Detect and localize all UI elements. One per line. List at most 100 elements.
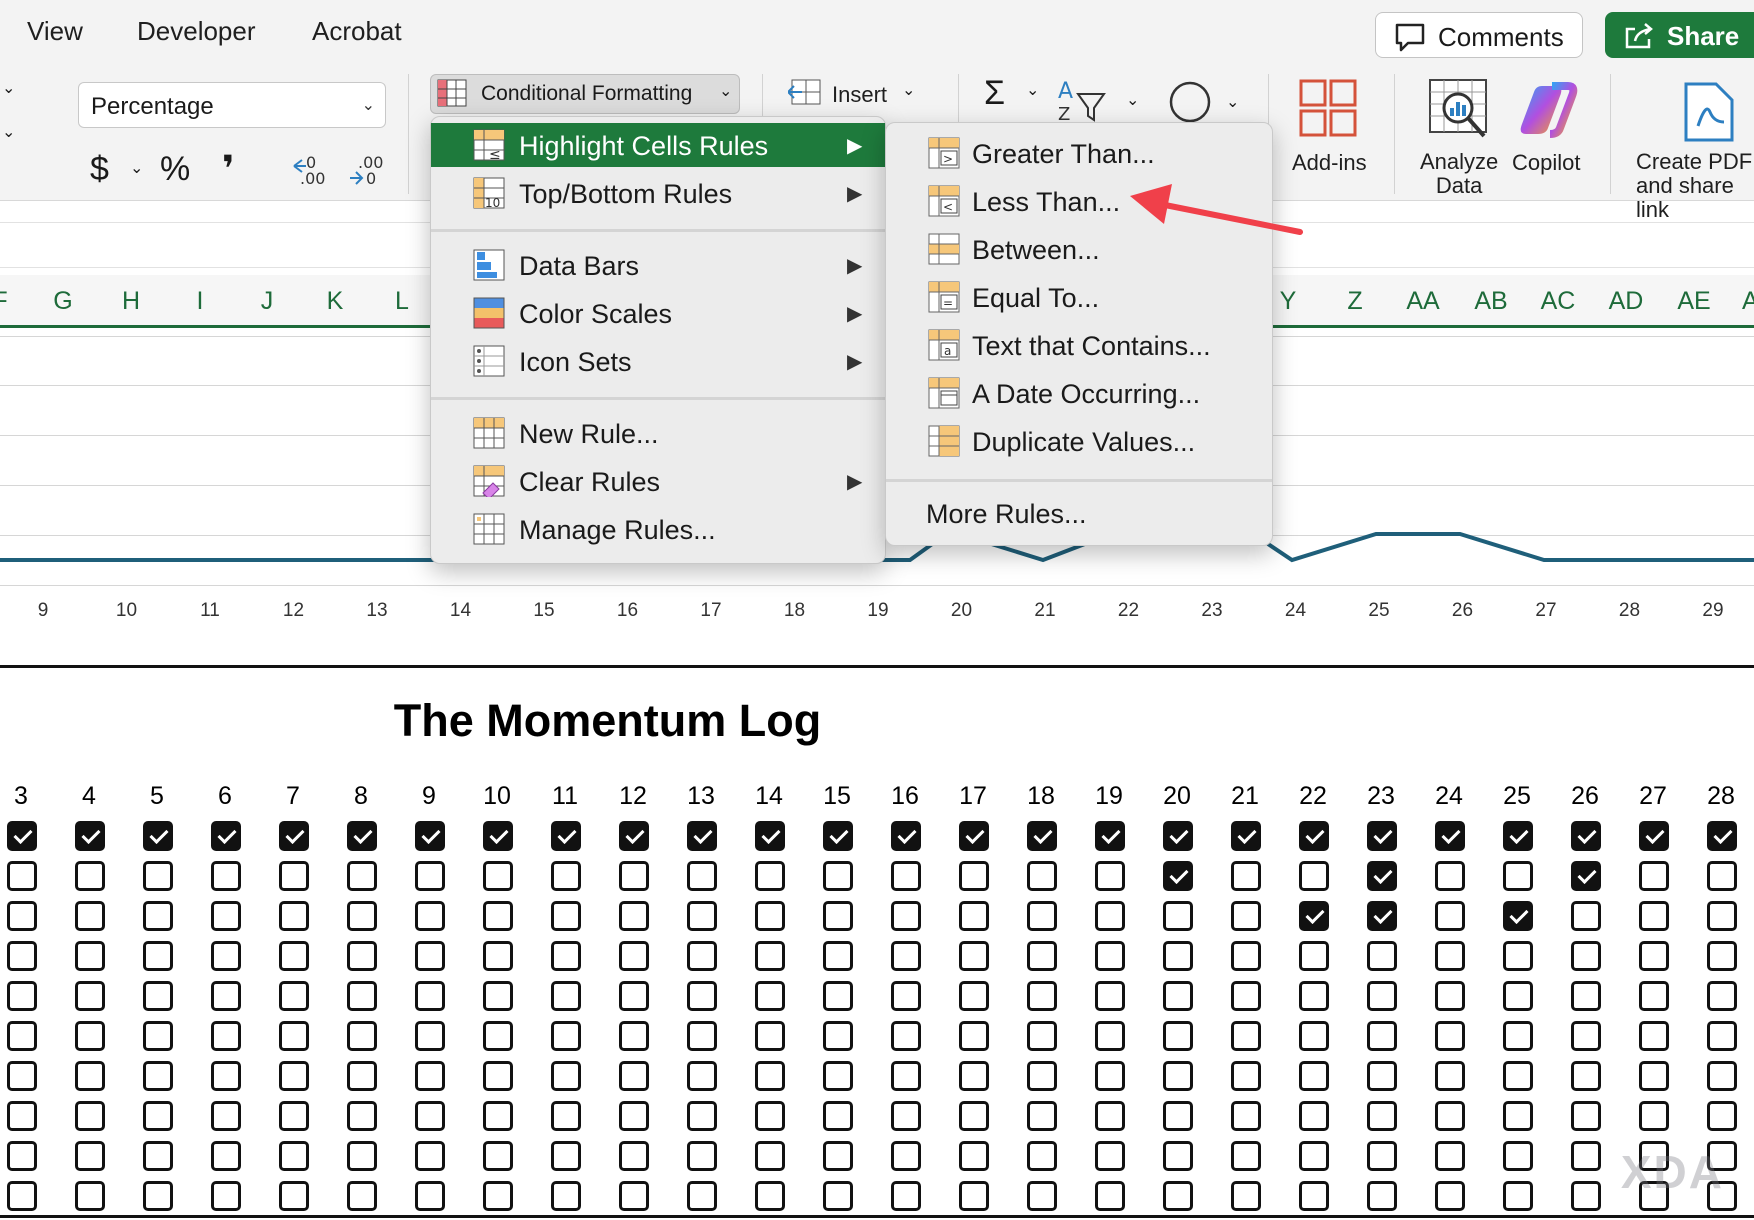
log-checkbox[interactable] — [891, 981, 921, 1011]
log-checkbox[interactable] — [755, 1021, 785, 1051]
log-checkbox[interactable] — [619, 1181, 649, 1211]
log-checkbox[interactable] — [1299, 1021, 1329, 1051]
log-checkbox[interactable] — [1163, 901, 1193, 931]
log-checkbox[interactable] — [891, 1141, 921, 1171]
log-checkbox[interactable] — [143, 1021, 173, 1051]
log-checkbox[interactable] — [279, 1061, 309, 1091]
number-format-select[interactable]: Percentage ⌄ — [78, 82, 386, 128]
log-checkbox[interactable] — [483, 821, 513, 851]
log-checkbox[interactable] — [7, 1141, 37, 1171]
log-checkbox[interactable] — [1639, 941, 1669, 971]
log-checkbox[interactable] — [1571, 981, 1601, 1011]
log-checkbox[interactable] — [1163, 1181, 1193, 1211]
comma-style-button[interactable]: ❜ — [222, 148, 234, 190]
copilot-icon[interactable] — [1516, 80, 1578, 140]
log-checkbox[interactable] — [75, 1061, 105, 1091]
log-checkbox[interactable] — [75, 1181, 105, 1211]
log-checkbox[interactable] — [143, 1181, 173, 1211]
tab-developer[interactable]: Developer — [137, 16, 256, 47]
log-checkbox[interactable] — [279, 941, 309, 971]
log-checkbox[interactable] — [1707, 861, 1737, 891]
log-checkbox[interactable] — [1367, 1101, 1397, 1131]
log-checkbox[interactable] — [211, 941, 241, 971]
log-checkbox[interactable] — [1095, 981, 1125, 1011]
create-pdf-icon[interactable] — [1680, 82, 1736, 142]
log-checkbox[interactable] — [279, 1021, 309, 1051]
log-checkbox[interactable] — [1435, 901, 1465, 931]
log-checkbox[interactable] — [1503, 941, 1533, 971]
chevron-down-icon[interactable]: ⌄ — [902, 80, 915, 100]
log-checkbox[interactable] — [755, 941, 785, 971]
add-ins-label[interactable]: Add-ins — [1292, 150, 1367, 176]
submenu-item-text-contains[interactable]: a Text that Contains... — [886, 323, 1272, 367]
log-checkbox[interactable] — [551, 941, 581, 971]
log-checkbox[interactable] — [347, 1021, 377, 1051]
log-checkbox[interactable] — [1299, 1181, 1329, 1211]
log-checkbox[interactable] — [891, 821, 921, 851]
log-checkbox[interactable] — [483, 1021, 513, 1051]
log-checkbox[interactable] — [619, 1101, 649, 1131]
log-checkbox[interactable] — [347, 1101, 377, 1131]
log-checkbox[interactable] — [347, 821, 377, 851]
column-header[interactable]: G — [33, 287, 93, 316]
log-checkbox[interactable] — [1503, 1141, 1533, 1171]
log-checkbox[interactable] — [891, 861, 921, 891]
log-checkbox[interactable] — [823, 1101, 853, 1131]
log-checkbox[interactable] — [279, 1181, 309, 1211]
log-checkbox[interactable] — [959, 1141, 989, 1171]
column-header[interactable]: J — [237, 287, 297, 316]
log-checkbox[interactable] — [1163, 1021, 1193, 1051]
log-checkbox[interactable] — [7, 941, 37, 971]
log-checkbox[interactable] — [755, 981, 785, 1011]
decrease-decimal-icon[interactable]: .00 0 — [348, 152, 384, 188]
log-checkbox[interactable] — [1503, 1061, 1533, 1091]
log-checkbox[interactable] — [483, 1061, 513, 1091]
log-checkbox[interactable] — [1163, 1061, 1193, 1091]
tab-acrobat[interactable]: Acrobat — [312, 16, 402, 47]
log-checkbox[interactable] — [1163, 861, 1193, 891]
log-checkbox[interactable] — [823, 981, 853, 1011]
add-ins-icon[interactable] — [1298, 78, 1358, 138]
log-checkbox[interactable] — [1639, 1021, 1669, 1051]
log-checkbox[interactable] — [483, 1141, 513, 1171]
log-checkbox[interactable] — [1299, 941, 1329, 971]
menu-item-highlight-cells-rules[interactable]: ≤ Highlight Cells Rules ▶ — [431, 123, 885, 167]
log-checkbox[interactable] — [7, 821, 37, 851]
log-checkbox[interactable] — [891, 1181, 921, 1211]
log-checkbox[interactable] — [1027, 1101, 1057, 1131]
log-checkbox[interactable] — [483, 1101, 513, 1131]
log-checkbox[interactable] — [483, 941, 513, 971]
log-checkbox[interactable] — [755, 1101, 785, 1131]
log-checkbox[interactable] — [687, 1021, 717, 1051]
log-checkbox[interactable] — [1571, 1021, 1601, 1051]
log-checkbox[interactable] — [755, 901, 785, 931]
log-checkbox[interactable] — [1095, 821, 1125, 851]
log-checkbox[interactable] — [1163, 941, 1193, 971]
log-checkbox[interactable] — [1231, 1181, 1261, 1211]
log-checkbox[interactable] — [891, 1061, 921, 1091]
log-checkbox[interactable] — [1503, 901, 1533, 931]
log-checkbox[interactable] — [959, 1021, 989, 1051]
submenu-item-duplicate-values[interactable]: Duplicate Values... — [886, 419, 1272, 463]
log-checkbox[interactable] — [959, 901, 989, 931]
log-checkbox[interactable] — [755, 1141, 785, 1171]
log-checkbox[interactable] — [1571, 1101, 1601, 1131]
log-checkbox[interactable] — [619, 1141, 649, 1171]
log-checkbox[interactable] — [211, 1141, 241, 1171]
create-pdf-label[interactable]: Create PDF and share link — [1636, 150, 1754, 222]
log-checkbox[interactable] — [1027, 861, 1057, 891]
copilot-label[interactable]: Copilot — [1512, 150, 1580, 176]
log-checkbox[interactable] — [347, 1061, 377, 1091]
log-checkbox[interactable] — [1435, 941, 1465, 971]
log-checkbox[interactable] — [959, 941, 989, 971]
log-checkbox[interactable] — [1367, 1061, 1397, 1091]
log-checkbox[interactable] — [551, 1141, 581, 1171]
log-checkbox[interactable] — [1231, 1021, 1261, 1051]
menu-item-new-rule[interactable]: New Rule... — [431, 411, 885, 455]
log-checkbox[interactable] — [1027, 821, 1057, 851]
log-checkbox[interactable] — [1639, 1061, 1669, 1091]
find-select-icon[interactable] — [1168, 80, 1216, 128]
log-checkbox[interactable] — [415, 1181, 445, 1211]
column-header[interactable]: AA — [1393, 287, 1453, 316]
log-checkbox[interactable] — [1435, 1021, 1465, 1051]
